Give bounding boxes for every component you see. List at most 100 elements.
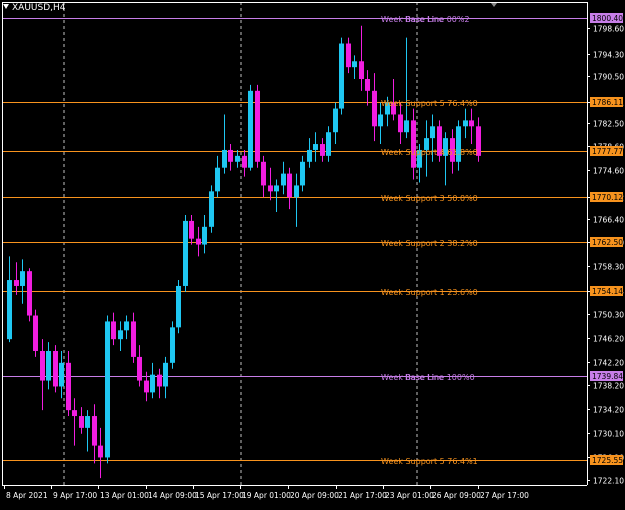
y-tick-label: 1730.10 [593, 430, 624, 439]
level-label: Week Support 5 76.4%1 [381, 457, 478, 466]
candle-body [163, 362, 168, 387]
level-label: Week Support 3 50.0%0 [381, 194, 478, 203]
x-tick-label: 20 Apr 09:00 [290, 491, 339, 500]
y-tick-label: 1766.40 [593, 216, 624, 225]
x-tick-label: 13 Apr 01:00 [100, 491, 149, 500]
price-tag-label: 1800.40 [592, 14, 623, 23]
candle-body [131, 321, 136, 357]
candle-body [411, 120, 416, 168]
symbol-label: XAUUSD,H4 [12, 3, 66, 13]
x-tick-label: 19 Apr 01:00 [242, 491, 291, 500]
candle-body [346, 43, 351, 68]
candle-body [14, 280, 19, 286]
candle-body [79, 416, 84, 428]
x-tick-label: 27 Apr 17:00 [480, 491, 529, 500]
candle-body [359, 61, 364, 79]
candle-body [274, 185, 279, 192]
candle-body [124, 321, 129, 331]
candle-body [320, 144, 325, 156]
candle-body [242, 155, 247, 168]
candle-body [46, 351, 51, 381]
y-tick-label: 1750.30 [593, 311, 624, 320]
candle-body [111, 321, 116, 340]
candle-body [72, 410, 77, 417]
level-label-overlap: Base Line [405, 373, 444, 382]
level-label: Week Support 4 61.8%0 [381, 148, 478, 157]
x-tick-label: 15 Apr 17:00 [195, 491, 244, 500]
x-tick-label: 14 Apr 09:00 [148, 491, 197, 500]
y-tick-label: 1774.60 [593, 167, 624, 176]
chart-window[interactable]: Week Base Line 00%2 Week Support 5 76.4%0… [0, 0, 625, 506]
candle-body [105, 321, 110, 458]
candle-body [53, 351, 58, 387]
candle-body [20, 271, 25, 286]
candle-body [430, 126, 435, 139]
dropdown-triangle-icon[interactable] [3, 4, 9, 9]
candle-body [59, 362, 64, 387]
candle-body [307, 149, 312, 162]
candle-body [209, 191, 214, 227]
x-tick-label: 21 Apr 17:00 [338, 491, 387, 500]
candle-body [137, 356, 142, 381]
candle-body [196, 238, 201, 245]
candle-body [176, 285, 181, 328]
candle-body [189, 220, 194, 239]
level-label: Week Support 2 38.2%0 [381, 239, 478, 248]
candle-body [150, 374, 155, 393]
price-tag-label: 1777.77 [592, 147, 623, 156]
y-tick-label: 1738.20 [593, 382, 624, 391]
y-tick-label: 1742.20 [593, 359, 624, 368]
candle-body [7, 280, 12, 340]
y-tick-label: 1790.50 [593, 73, 624, 82]
candle-body [85, 416, 90, 428]
candle-body [313, 144, 318, 150]
price-chart[interactable]: Week Base Line 00%2Week Support 5 76.4%0… [0, 0, 625, 506]
x-tick-label: 26 Apr 09:00 [432, 491, 481, 500]
candle-body [183, 220, 188, 286]
candle-body [157, 374, 162, 387]
candle-body [404, 120, 409, 133]
y-tick-label: 1746.20 [593, 335, 624, 344]
candle-body [372, 90, 377, 127]
candle-body [469, 120, 474, 127]
x-tick-label: 8 Apr 2021 [6, 491, 48, 500]
price-tag-label: 1762.50 [592, 238, 623, 247]
price-tag-label: 1770.12 [592, 193, 623, 202]
y-tick-label: 1722.10 [593, 477, 624, 486]
level-label-overlap: Base Line [405, 15, 444, 24]
symbol-title: XAUUSD,H4 [3, 3, 66, 13]
candle-body [98, 445, 103, 458]
price-tag-label: 1754.14 [592, 287, 623, 296]
price-tag-label: 1739.84 [592, 372, 623, 381]
candle-body [378, 114, 383, 127]
candle-body [281, 173, 286, 186]
candle-body [300, 161, 305, 186]
candle-body [326, 132, 331, 156]
candle-body [92, 416, 97, 446]
y-tick-label: 1782.50 [593, 120, 624, 129]
x-tick-label: 9 Apr 17:00 [53, 491, 97, 500]
candle-body [144, 380, 149, 393]
candle-body [222, 149, 227, 168]
candle-body [352, 61, 357, 68]
candle-body [261, 161, 266, 186]
candle-body [27, 271, 32, 316]
level-label: Week Support 1 23.6%0 [381, 288, 478, 297]
y-tick-label: 1794.30 [593, 51, 624, 60]
candle-body [294, 185, 299, 198]
candle-body [66, 362, 71, 411]
candle-body [268, 185, 273, 192]
candle-body [287, 173, 292, 198]
candle-body [215, 167, 220, 192]
x-tick-label: 23 Apr 01:00 [385, 491, 434, 500]
candle-body [235, 155, 240, 162]
price-tag-label: 1786.11 [592, 98, 623, 107]
candle-body [118, 330, 123, 340]
y-tick-label: 1758.30 [593, 263, 624, 272]
candle-body [339, 43, 344, 109]
candle-body [170, 327, 175, 363]
price-tag-label: 1725.55 [592, 456, 623, 465]
candle-body [463, 120, 468, 127]
candle-body [202, 226, 207, 245]
candle-body [228, 149, 233, 162]
